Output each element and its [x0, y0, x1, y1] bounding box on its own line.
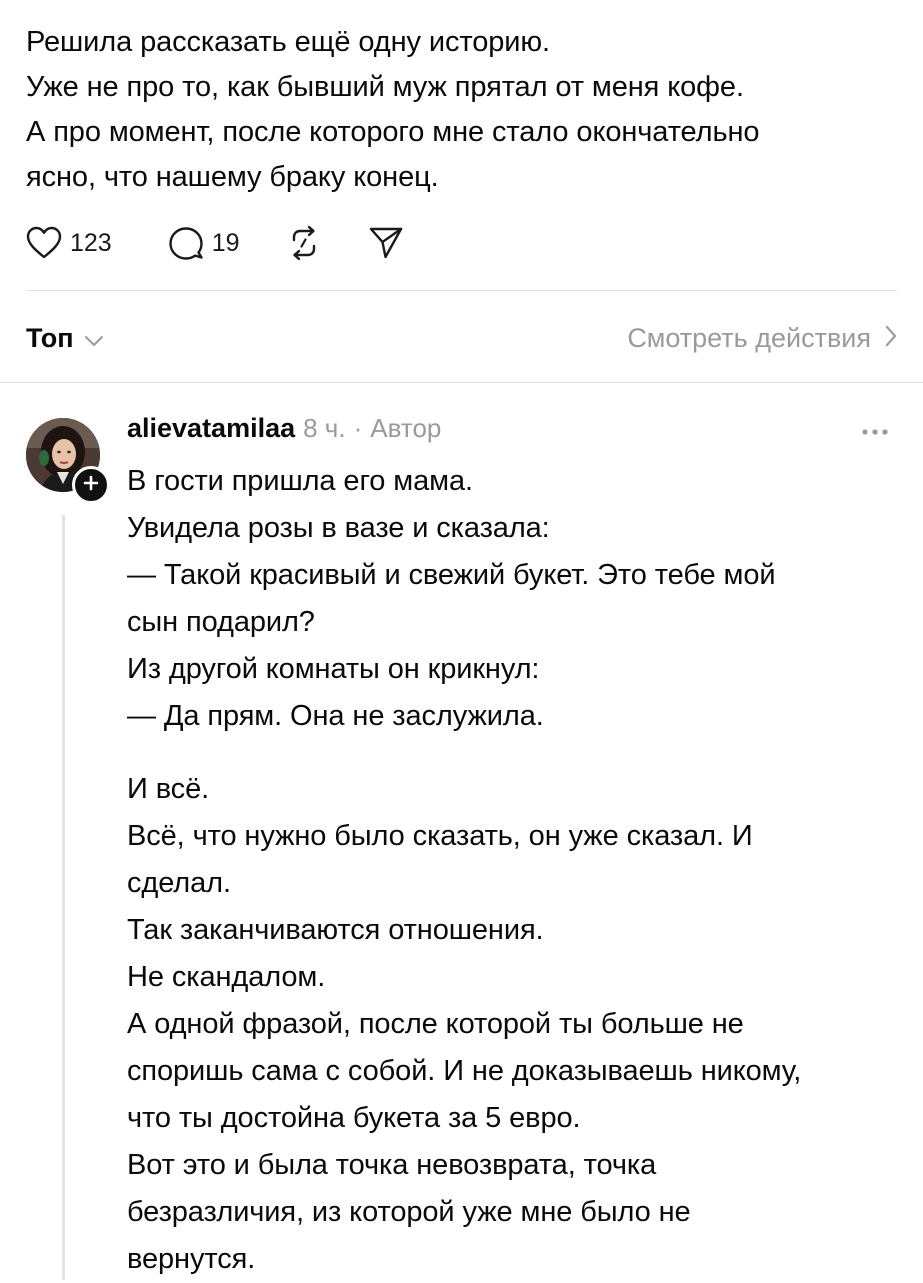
comment-line: Из другой комнаты он крикнул: — [127, 653, 540, 685]
post-line: Решила рассказать ещё одну историю. — [26, 26, 550, 58]
comment-line: А одной фразой, после которой ты больше … — [127, 1008, 744, 1040]
divider — [26, 290, 897, 291]
comment-text: В гости пришла его мама. Увидела розы в … — [127, 458, 897, 1283]
comment-icon — [168, 225, 204, 261]
sort-dropdown[interactable]: Топ — [26, 323, 104, 354]
heart-icon — [26, 226, 62, 260]
comment-line: Так заканчиваются отношения. — [127, 914, 544, 946]
view-activity-label: Смотреть действия — [627, 322, 871, 353]
plus-icon — [82, 474, 100, 497]
like-count: 123 — [70, 228, 112, 257]
repost-icon — [286, 225, 322, 261]
more-icon — [860, 429, 890, 446]
comment-header: alievatamilaa 8 ч. · Автор — [127, 413, 441, 453]
comment-line: Всё, что нужно было сказать, он уже сказ… — [127, 820, 753, 852]
repost-button[interactable] — [286, 225, 322, 261]
divider — [0, 382, 923, 383]
post-text: Решила рассказать ещё одну историю. Уже … — [26, 20, 896, 200]
comment-line: сделал. — [127, 867, 231, 899]
comment-line: что ты достойна букета за 5 евро. — [127, 1102, 581, 1134]
thread-line — [62, 515, 65, 1280]
comment-time: 8 ч. — [303, 413, 346, 443]
comment-line: Увидела розы в вазе и сказала: — [127, 512, 550, 544]
comment-button[interactable]: 19 — [168, 225, 240, 261]
comments-toolbar: Топ Смотреть действия — [26, 318, 897, 358]
post-line: Уже не про то, как бывший муж прятал от … — [26, 71, 744, 103]
chevron-down-icon — [74, 323, 104, 354]
comment-line: Не скандалом. — [127, 961, 326, 993]
comment-count: 19 — [211, 228, 240, 257]
share-icon — [368, 225, 404, 261]
comment-line: — Да прям. Она не заслужила. — [127, 700, 544, 732]
sort-label: Топ — [26, 322, 74, 353]
comment-line: И всё. — [127, 773, 210, 805]
post-line: ясно, что нашему браку конец. — [26, 161, 439, 193]
share-button[interactable] — [368, 225, 404, 261]
comment-line: В гости пришла его мама. — [127, 465, 473, 497]
meta-separator: · — [353, 413, 363, 443]
username[interactable]: alievatamilaa — [127, 413, 295, 444]
comment-line: споришь сама с собой. И не доказываешь н… — [127, 1055, 802, 1087]
like-button[interactable]: 123 — [26, 226, 112, 260]
post-actions: 123 19 — [26, 221, 404, 265]
comment-line: вернутся. — [127, 1243, 256, 1275]
comment-line: безразличия, из которой уже мне было не — [127, 1196, 691, 1228]
view-activity-link[interactable]: Смотреть действия — [627, 323, 897, 354]
comment-line: — Такой красивый и свежий букет. Это теб… — [127, 559, 776, 591]
author-badge: Автор — [370, 413, 442, 443]
chevron-right-icon — [871, 323, 897, 354]
follow-button[interactable] — [72, 466, 110, 504]
post-line: А про момент, после которого мне стало о… — [26, 116, 760, 148]
comment-line: Вот это и была точка невозврата, точка — [127, 1149, 657, 1181]
more-options-button[interactable] — [860, 422, 890, 442]
comment-line: сын подарил? — [127, 606, 315, 638]
